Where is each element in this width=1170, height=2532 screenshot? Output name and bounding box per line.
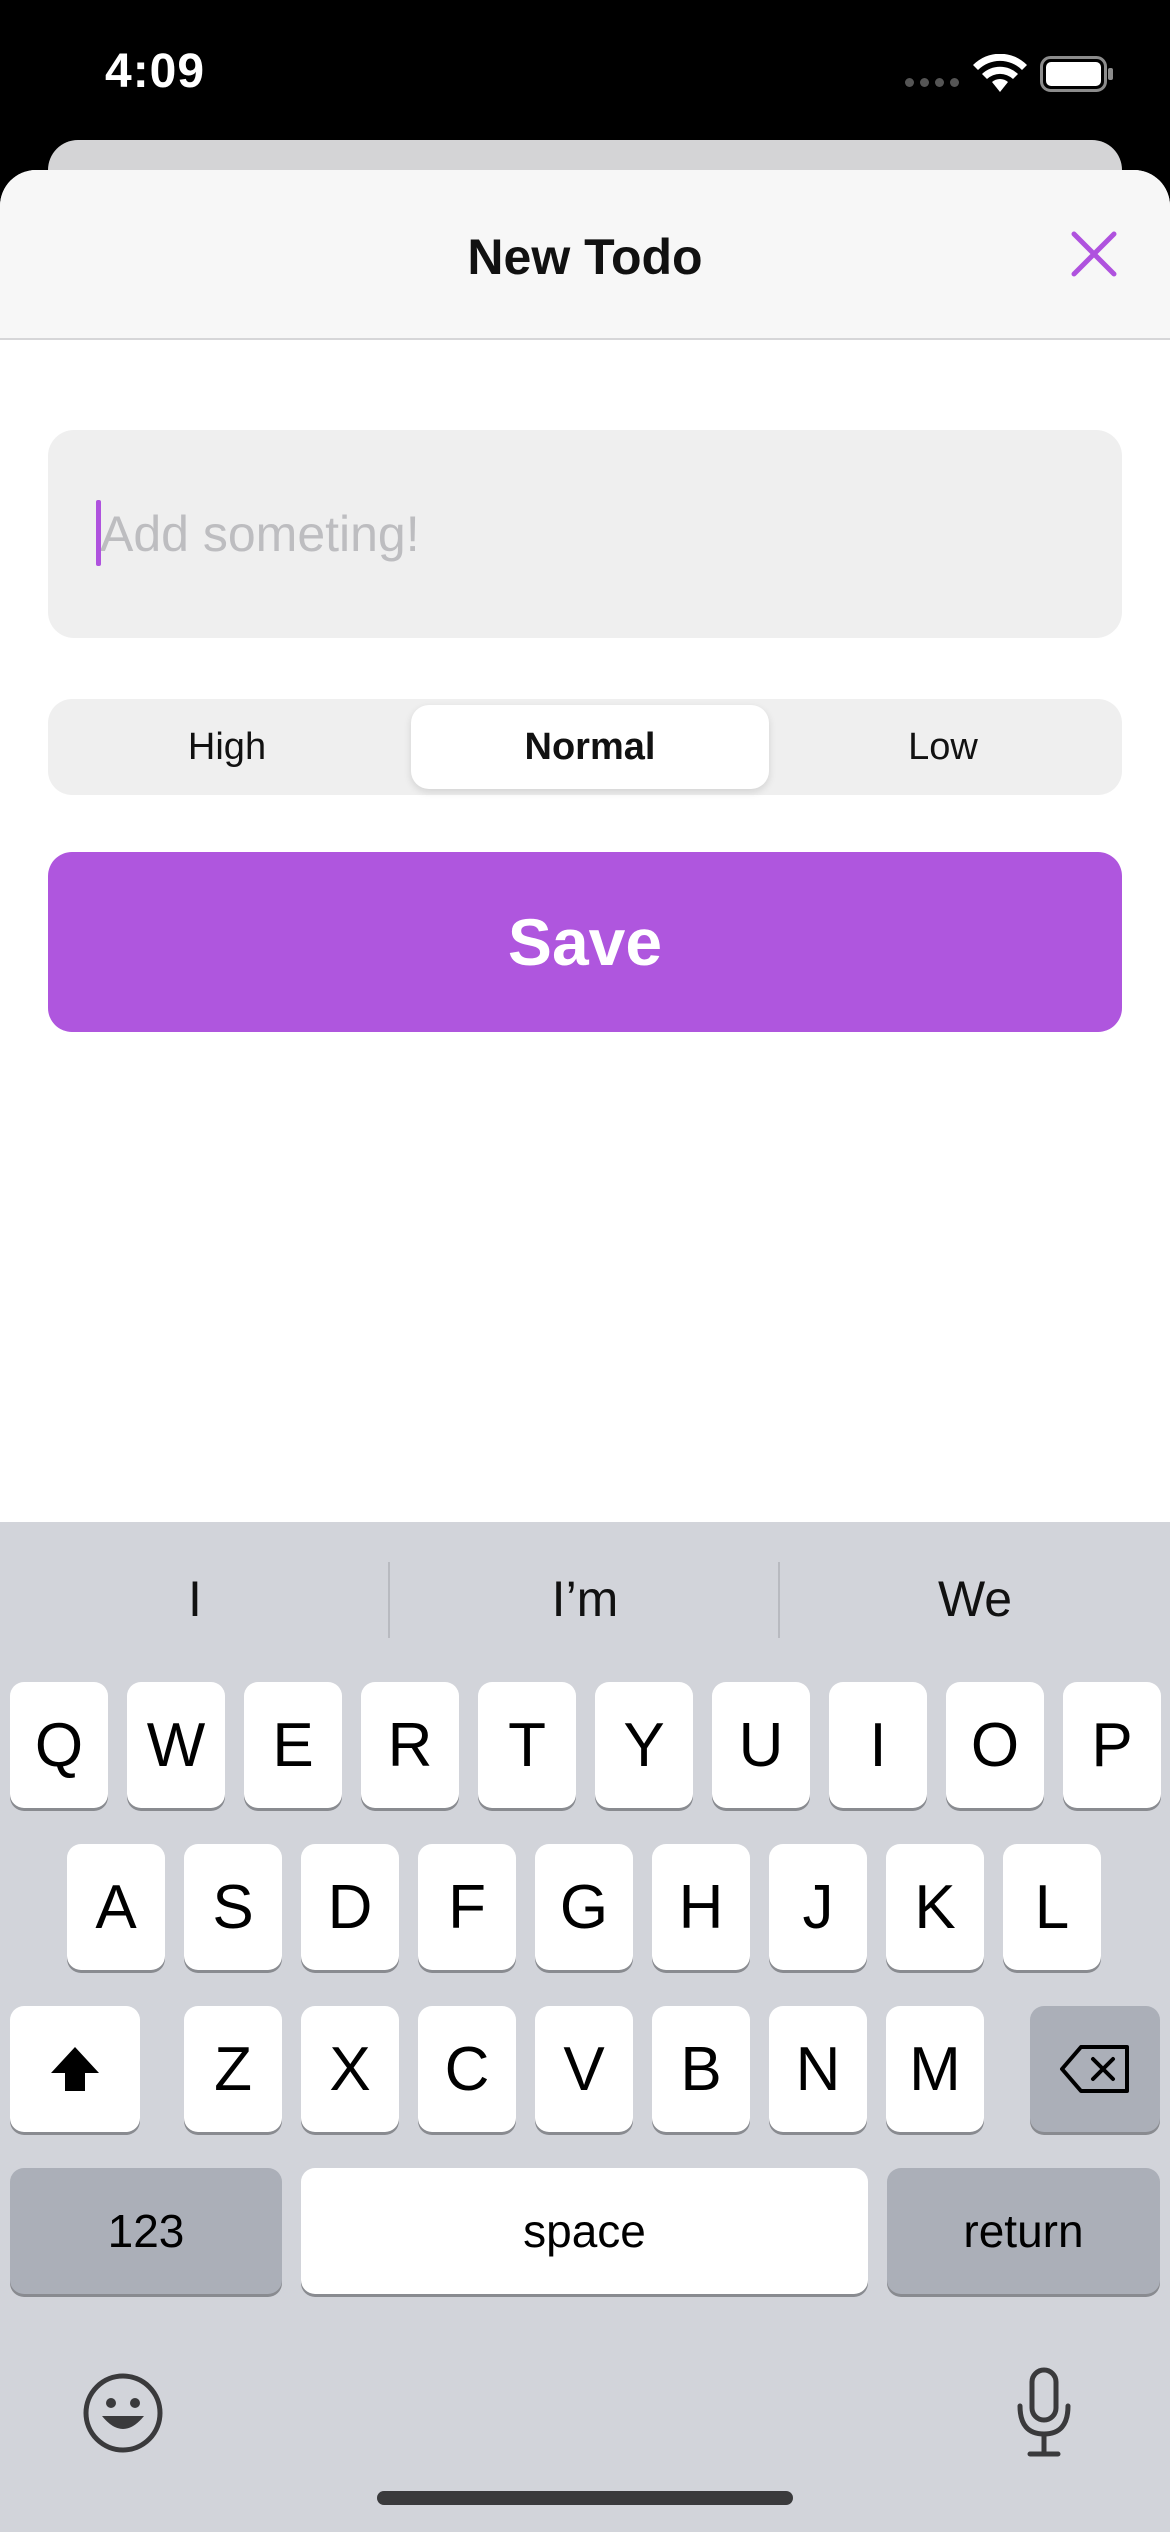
priority-normal-segment[interactable]: Normal	[411, 705, 769, 789]
key-j[interactable]: J	[769, 1844, 867, 1970]
wifi-icon	[973, 54, 1027, 92]
prediction-3[interactable]: We	[780, 1570, 1170, 1628]
key-w[interactable]: W	[127, 1682, 225, 1808]
delete-key[interactable]	[1030, 2006, 1160, 2132]
backspace-icon	[1060, 2045, 1129, 2093]
key-h[interactable]: H	[652, 1844, 750, 1970]
return-key[interactable]: return	[887, 2168, 1160, 2294]
key-e[interactable]: E	[244, 1682, 342, 1808]
key-z[interactable]: Z	[184, 2006, 282, 2132]
priority-low-segment[interactable]: Low	[764, 699, 1122, 795]
prediction-1[interactable]: I	[0, 1570, 390, 1628]
key-d[interactable]: D	[301, 1844, 399, 1970]
prediction-2[interactable]: I’m	[390, 1570, 780, 1628]
shift-key[interactable]	[10, 2006, 140, 2132]
key-b[interactable]: B	[652, 2006, 750, 2132]
key-u[interactable]: U	[712, 1682, 810, 1808]
key-m[interactable]: M	[886, 2006, 984, 2132]
priority-high-segment[interactable]: High	[48, 699, 406, 795]
numbers-key[interactable]: 123	[10, 2168, 282, 2294]
key-v[interactable]: V	[535, 2006, 633, 2132]
close-icon[interactable]	[1068, 228, 1120, 280]
key-o[interactable]: O	[946, 1682, 1044, 1808]
status-time: 4:09	[105, 45, 206, 98]
todo-text-input[interactable]	[48, 430, 1122, 638]
home-indicator	[377, 2491, 793, 2505]
key-x[interactable]: X	[301, 2006, 399, 2132]
key-p[interactable]: P	[1063, 1682, 1161, 1808]
shift-icon	[51, 2047, 99, 2091]
key-a[interactable]: A	[67, 1844, 165, 1970]
cellular-signal-icon	[905, 78, 959, 87]
priority-segmented-control: High Normal Low	[48, 699, 1122, 795]
key-t[interactable]: T	[478, 1682, 576, 1808]
key-i[interactable]: I	[829, 1682, 927, 1808]
save-button[interactable]: Save	[48, 852, 1122, 1032]
key-k[interactable]: K	[886, 1844, 984, 1970]
key-l[interactable]: L	[1003, 1844, 1101, 1970]
key-n[interactable]: N	[769, 2006, 867, 2132]
space-key[interactable]: space	[301, 2168, 868, 2294]
key-c[interactable]: C	[418, 2006, 516, 2132]
emoji-icon[interactable]	[82, 2372, 164, 2454]
key-f[interactable]: F	[418, 1844, 516, 1970]
key-r[interactable]: R	[361, 1682, 459, 1808]
key-s[interactable]: S	[184, 1844, 282, 1970]
key-q[interactable]: Q	[10, 1682, 108, 1808]
microphone-icon[interactable]	[1014, 2366, 1074, 2458]
key-g[interactable]: G	[535, 1844, 633, 1970]
prediction-bar: I I’m We	[0, 1522, 1170, 1672]
sheet-title: New Todo	[467, 229, 703, 285]
status-bar: 4:09	[0, 0, 1170, 140]
battery-icon	[1040, 56, 1113, 92]
text-cursor	[96, 500, 101, 566]
key-y[interactable]: Y	[595, 1682, 693, 1808]
nav-bar: New Todo	[0, 170, 1170, 340]
